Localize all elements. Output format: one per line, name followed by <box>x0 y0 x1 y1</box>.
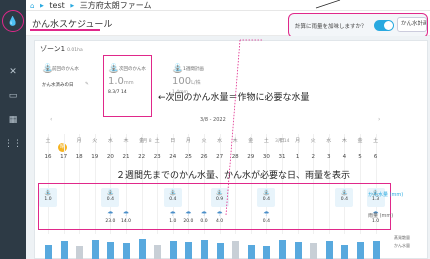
toggle-pointer-line <box>315 0 341 9</box>
connector-lines <box>225 0 341 216</box>
dotted-connector <box>225 39 241 216</box>
